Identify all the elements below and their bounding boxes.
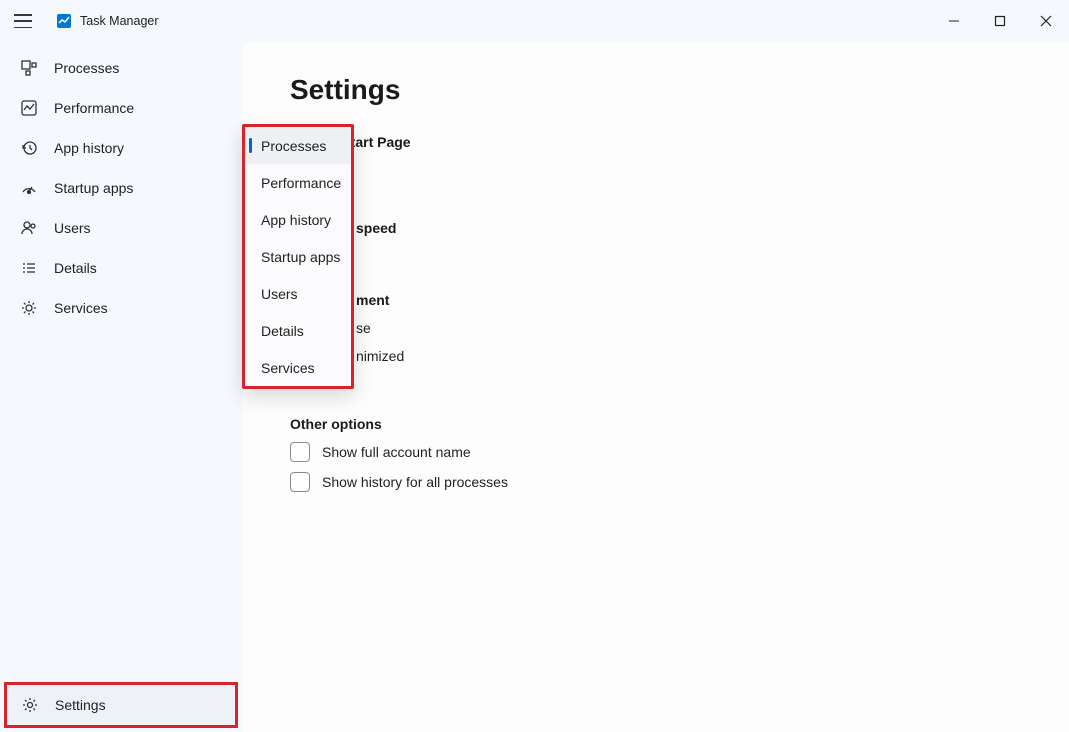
maximize-button[interactable] [977,0,1023,42]
checkbox-label: Show full account name [322,444,471,460]
sidebar-item-label: Users [54,220,91,236]
sidebar-item-label: Details [54,260,97,276]
sidebar-item-startup-apps[interactable]: Startup apps [0,168,242,208]
processes-icon [20,59,38,77]
sidebar-item-label: Processes [54,60,119,76]
main-area: Processes Performance App history [0,42,1069,732]
partial-label-management: ment [356,292,1069,308]
title-bar: Task Manager [0,0,1069,42]
flyout-item-label: Services [261,360,315,376]
minimize-button[interactable] [931,0,977,42]
sidebar-item-label: App history [54,140,124,156]
flyout-item-performance[interactable]: Performance [245,164,351,201]
app-title: Task Manager [80,14,159,28]
flyout-item-startup-apps[interactable]: Startup apps [245,238,351,275]
sidebar-item-settings[interactable]: Settings [7,685,235,725]
checkbox-label: Show history for all processes [322,474,508,490]
sidebar-item-details[interactable]: Details [0,248,242,288]
sidebar-item-label: Performance [54,100,134,116]
flyout-item-processes[interactable]: Processes [245,127,351,164]
users-icon [20,219,38,237]
default-start-page-label: Default Start Page [290,134,1069,150]
flyout-item-label: Details [261,323,304,339]
page-title: Settings [290,74,1069,106]
flyout-item-services[interactable]: Services [245,349,351,386]
close-button[interactable] [1023,0,1069,42]
default-start-page-dropdown[interactable]: Processes Performance App history Startu… [242,124,354,389]
sidebar-item-label: Settings [55,697,106,713]
checkbox-show-history-for-all-processes[interactable]: Show history for all processes [290,472,1069,492]
sidebar-item-app-history[interactable]: App history [0,128,242,168]
sidebar-item-label: Startup apps [54,180,133,196]
other-options-label: Other options [290,416,1069,432]
performance-icon [20,99,38,117]
hamburger-menu-button[interactable] [14,14,32,28]
task-manager-icon [56,13,72,29]
sidebar-item-performance[interactable]: Performance [0,88,242,128]
startup-apps-icon [20,179,38,197]
flyout-item-label: Performance [261,175,341,191]
sidebar-item-label: Services [54,300,108,316]
services-icon [20,299,38,317]
sidebar-item-processes[interactable]: Processes [0,48,242,88]
flyout-item-app-history[interactable]: App history [245,201,351,238]
content-area: Settings Default Start Page Processes Pe… [242,42,1069,732]
partial-label-speed: speed [356,220,1069,236]
checkbox-box[interactable] [290,442,310,462]
sidebar-item-users[interactable]: Users [0,208,242,248]
app-history-icon [20,139,38,157]
sidebar-item-services[interactable]: Services [0,288,242,328]
details-icon [20,259,38,277]
settings-highlight-box: Settings [4,682,238,728]
checkbox-show-full-account-name[interactable]: Show full account name [290,442,1069,462]
flyout-item-label: App history [261,212,331,228]
flyout-item-label: Processes [261,138,326,154]
checkbox-box[interactable] [290,472,310,492]
flyout-item-label: Users [261,286,298,302]
flyout-item-users[interactable]: Users [245,275,351,312]
partial-row-1: se [356,320,1069,336]
sidebar: Processes Performance App history [0,42,242,732]
flyout-item-details[interactable]: Details [245,312,351,349]
flyout-item-label: Startup apps [261,249,340,265]
window-controls [931,0,1069,42]
settings-icon [21,696,39,714]
partial-row-2: nimized [356,348,1069,364]
